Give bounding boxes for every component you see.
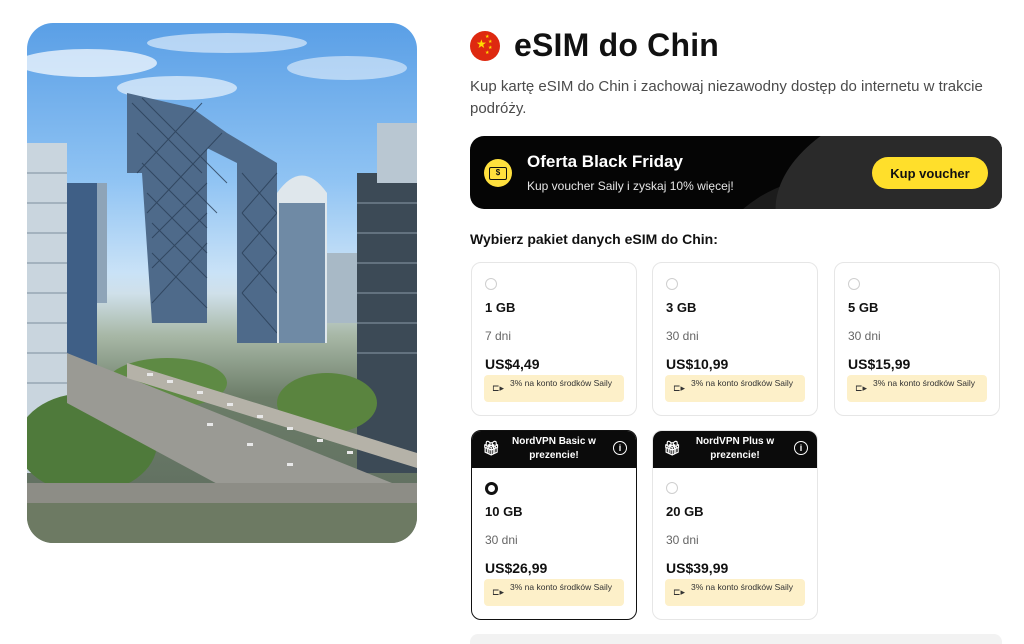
plan-duration: 30 dni — [485, 533, 518, 547]
plan-price: US$39,99 — [666, 560, 729, 576]
plan-radio[interactable] — [848, 278, 860, 290]
plan-price: US$10,99 — [666, 356, 729, 372]
wallet-icon: ⊏▸ — [492, 383, 505, 393]
plan-card-5gb[interactable]: 5 GB 30 dni US$15,99 ⊏▸ 3% na konto środ… — [834, 262, 1000, 416]
cashback-text: 3% na konto środków Saily — [873, 378, 976, 388]
page-subtitle: Kup kartę eSIM do Chin i zachowaj niezaw… — [470, 78, 983, 117]
info-icon[interactable]: i — [613, 441, 627, 455]
plan-duration: 30 dni — [666, 533, 699, 547]
wallet-icon: ⊏▸ — [673, 587, 686, 597]
gift-label: NordVPN Plus w prezencie! — [695, 436, 775, 461]
plan-data-amount: 1 GB — [485, 300, 516, 315]
cashback-text: 3% na konto środków Saily — [510, 582, 613, 592]
cashback-text: 3% na konto środków Saily — [691, 582, 794, 592]
promo-title: Oferta Black Friday — [527, 152, 683, 171]
plan-data-amount: 3 GB — [666, 300, 697, 315]
plan-data-amount: 20 GB — [666, 504, 704, 519]
cashback-badge: ⊏▸ 3% na konto środków Saily — [665, 375, 805, 402]
black-friday-banner: $ Oferta Black Friday Kup voucher Saily … — [470, 136, 1002, 209]
promo-text: Kup voucher Saily i zyskaj 10% więcej! — [527, 179, 734, 193]
cashback-badge: ⊏▸ 3% na konto środków Saily — [484, 579, 624, 606]
china-flag-icon: ★ ★ ★ ★ ★ — [470, 30, 500, 61]
wallet-icon: ⊏▸ — [855, 383, 868, 393]
next-section-edge — [470, 634, 1002, 644]
plan-price: US$26,99 — [485, 560, 548, 576]
plan-card-1gb[interactable]: 1 GB 7 dni US$4,49 ⊏▸ 3% na konto środkó… — [471, 262, 637, 416]
plan-data-amount: 10 GB — [485, 504, 523, 519]
plan-data-amount: 5 GB — [848, 300, 879, 315]
plan-duration: 30 dni — [848, 329, 881, 343]
cashback-text: 3% na konto środków Saily — [691, 378, 794, 388]
plan-card-10gb[interactable]: 🎁︎ NordVPN Basic w prezencie! i 10 GB 30… — [471, 430, 637, 620]
plan-duration: 30 dni — [666, 329, 699, 343]
hero-image — [27, 23, 417, 543]
plans-section-label: Wybierz pakiet danych eSIM do Chin: — [470, 231, 718, 247]
plan-card-20gb[interactable]: 🎁︎ NordVPN Plus w prezencie! i 20 GB 30 … — [652, 430, 818, 620]
cashback-badge: ⊏▸ 3% na konto środków Saily — [665, 579, 805, 606]
page-header: ★ ★ ★ ★ ★ eSIM do Chin — [470, 27, 719, 64]
gift-icon: 🎁︎ — [663, 440, 681, 456]
info-icon[interactable]: i — [794, 441, 808, 455]
plan-duration: 7 dni — [485, 329, 512, 343]
plan-price: US$15,99 — [848, 356, 911, 372]
plan-radio[interactable] — [666, 482, 678, 494]
plan-radio-selected[interactable] — [485, 482, 498, 495]
cashback-badge: ⊏▸ 3% na konto środków Saily — [484, 375, 624, 402]
wallet-icon: ⊏▸ — [673, 383, 686, 393]
ticket-icon: $ — [484, 159, 512, 187]
gift-label: NordVPN Basic w prezencie! — [512, 436, 596, 461]
page-title: eSIM do Chin — [514, 27, 720, 63]
cashback-text: 3% na konto środków Saily — [510, 378, 613, 388]
wallet-icon: ⊏▸ — [492, 587, 505, 597]
plan-card-3gb[interactable]: 3 GB 30 dni US$10,99 ⊏▸ 3% na konto środ… — [652, 262, 818, 416]
plan-radio[interactable] — [666, 278, 678, 290]
city-skyline-illustration — [27, 33, 417, 543]
cashback-badge: ⊏▸ 3% na konto środków Saily — [847, 375, 987, 402]
buy-voucher-button[interactable]: Kup voucher — [872, 157, 988, 189]
plan-radio[interactable] — [485, 278, 497, 290]
gift-banner: 🎁︎ NordVPN Plus w prezencie! i — [653, 431, 817, 468]
plan-price: US$4,49 — [485, 356, 540, 372]
gift-banner: 🎁︎ NordVPN Basic w prezencie! i — [472, 431, 636, 468]
gift-icon: 🎁︎ — [482, 440, 500, 456]
